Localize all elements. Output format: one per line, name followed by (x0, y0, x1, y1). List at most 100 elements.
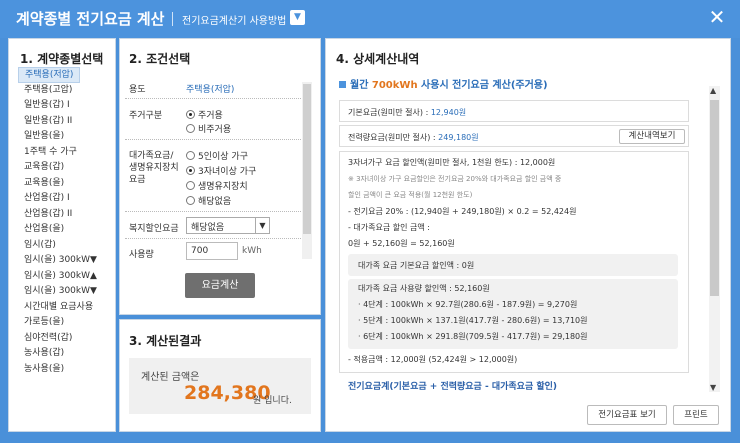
calc-line-2: - 대가족요금 할인 금액 : (348, 223, 430, 232)
radio-icon[interactable] (186, 196, 195, 205)
divider (125, 238, 307, 239)
contract-type-list: 주택용(저압) 주택용(고압) 일반용(갑) I 일반용(갑) II 일반용(을) 1주택… (18, 67, 110, 377)
summary-usage: 700kWh (371, 80, 418, 91)
contract-type-item[interactable]: 심야전력(갑) (18, 331, 110, 347)
contract-type-item[interactable]: 임시(을) 300kW▲ (18, 269, 110, 285)
contract-type-item[interactable]: 일반용(갑) II (18, 114, 110, 130)
usage-value: 주택용(저압) (186, 85, 235, 95)
divider (125, 211, 307, 212)
contract-type-item[interactable]: 농사용(갑) (18, 346, 110, 362)
contract-type-item[interactable]: 교육용(갑) (18, 160, 110, 176)
energy-fee-value: 249,180원 (438, 133, 479, 142)
contract-type-item[interactable]: 주택용(고압) (18, 83, 110, 99)
calculator-window: 계약종별 전기요금 계산 전기요금계산기 사용방법 ▼ ✕ 1. 계약종별선택 … (0, 0, 740, 443)
contract-type-item[interactable]: 주택용(저압) (18, 67, 80, 83)
amount-input[interactable]: 700 (186, 242, 238, 260)
calc-line-3: 0원 + 52,160원 = 52,160원 (348, 239, 455, 248)
applied-amount: - 적용금액 : 12,000원 (52,424원 > 12,000원) (348, 355, 518, 364)
contract-type-heading: 1. 계약종별선택 (20, 52, 104, 66)
family-option-5[interactable]: 5인이상 가구 (186, 149, 248, 162)
radio-icon[interactable] (186, 110, 195, 119)
family-option-label: 생명유지장치 (198, 182, 248, 192)
chevron-down-icon[interactable]: ▼ (290, 10, 305, 25)
radio-icon[interactable] (186, 181, 195, 190)
usage-discount-box: 대가족 요금 사용량 할인액 : 52,160원 · 4단계 : 100kWh … (348, 279, 678, 349)
contract-type-item[interactable]: 농사용(을) (18, 362, 110, 378)
result-box: 계산된 금액은 284,380 원 입니다. (129, 358, 311, 414)
residence-option-label: 주거용 (198, 111, 223, 121)
family-option-life[interactable]: 생명유지장치 (186, 179, 248, 192)
tier-4: · 4단계 : 100kWh × 92.7원(280.6원 - 187.9원) … (358, 300, 578, 309)
contract-type-item[interactable]: 시간대별 요금사용 (18, 300, 110, 316)
detail-heading: 4. 상세계산내역 (336, 52, 420, 66)
summary-suffix: 사용시 전기요금 계산(주거용) (417, 80, 548, 91)
basic-discount: 대가족 요금 기본요금 할인액 : 0원 (358, 261, 475, 270)
contract-type-item[interactable]: 임시(을) 300kW▼ (18, 284, 110, 300)
discount-note-2: 할인 금액이 큰 요금 적용(월 12천원 한도) (348, 191, 473, 199)
family-option-3child[interactable]: 3자녀이상 가구 (186, 164, 256, 177)
residence-option-nonhome[interactable]: 비주거용 (186, 122, 231, 135)
radio-icon[interactable] (186, 166, 195, 175)
discount-note-1: ※ 3자녀이상 가구 요금할인은 전기요금 20%와 대가족요금 할인 금액 중 (348, 175, 562, 183)
chevron-down-icon[interactable]: ▼ (255, 218, 269, 233)
scroll-thumb[interactable] (303, 84, 311, 234)
energy-fee-label: 전력량요금(원미만 절사) : (348, 133, 439, 142)
contract-type-item[interactable]: 일반용(을) (18, 129, 110, 145)
base-fee-value: 12,940원 (430, 108, 467, 117)
basic-discount-box: 대가족 요금 기본요금 할인액 : 0원 (348, 254, 678, 276)
print-button[interactable]: 프린트 (673, 405, 719, 425)
residence-label: 주거구분 (129, 111, 163, 121)
detail-scrollbar[interactable]: ▲ ▼ (709, 86, 720, 392)
result-suffix: 원 입니다. (253, 396, 292, 406)
tier-6: · 6단계 : 100kWh × 291.8원(709.5원 - 417.7원)… (358, 332, 588, 341)
base-fee: 기본요금(원미만 절사) : 12,940원 (348, 107, 466, 118)
contract-type-item[interactable]: 교육용(을) (18, 176, 110, 192)
usage-label: 용도 (129, 85, 146, 95)
chevron-down-icon[interactable]: ▼ (710, 383, 716, 392)
family-option-label: 해당없음 (198, 197, 232, 207)
family-option-label: 5인이상 가구 (198, 152, 248, 162)
window-title: 계약종별 전기요금 계산 (16, 10, 165, 28)
welfare-select-value: 해당없음 (191, 223, 225, 233)
welfare-select[interactable]: 해당없음 ▼ (186, 217, 270, 234)
energy-fee: 전력량요금(원미만 절사) : 249,180원 (348, 132, 479, 143)
contract-type-item[interactable]: 임시(을) 300kW▼ (18, 253, 110, 269)
divider (125, 98, 307, 99)
base-fee-label: 기본요금(원미만 절사) : (348, 108, 431, 117)
scroll-thumb[interactable] (710, 100, 719, 296)
contract-type-item[interactable]: 산업용(갑) II (18, 207, 110, 223)
chevron-up-icon[interactable]: ▲ (710, 86, 716, 95)
total-heading: 전기요금계(기본요금 + 전력량요금 - 대가족요금 할인) (348, 382, 558, 392)
usage-discount-title: 대가족 요금 사용량 할인액 : 52,160원 (358, 284, 490, 293)
close-icon[interactable]: ✕ (706, 6, 728, 28)
calculate-button[interactable]: 요금계산 (185, 273, 255, 298)
help-link[interactable]: 전기요금계산기 사용방법 (182, 12, 286, 27)
amount-label: 사용량 (129, 250, 154, 260)
rate-table-button[interactable]: 전기요금표 보기 (587, 405, 667, 425)
title-bar: 계약종별 전기요금 계산 전기요금계산기 사용방법 ▼ ✕ (0, 0, 740, 38)
contract-type-item[interactable]: 산업용(갑) I (18, 191, 110, 207)
contract-type-item[interactable]: 가로등(을) (18, 315, 110, 331)
discount-box: 3자녀가구 요금 할인액(원미만 절사, 1천원 한도) : 12,000원 ※… (339, 151, 689, 373)
contract-type-item[interactable]: 산업용(을) (18, 222, 110, 238)
family-option-label: 3자녀이상 가구 (198, 167, 257, 177)
bullet-square-icon (339, 81, 346, 88)
result-heading: 3. 계산된결과 (129, 334, 202, 348)
divider (125, 139, 307, 140)
residence-option-label: 비주거용 (198, 125, 232, 135)
welfare-label: 복지할인요금 (129, 224, 179, 234)
family-label: 대가족요금/ 생명유지장치 요금 (129, 151, 179, 185)
contract-type-item[interactable]: 일반용(갑) I (18, 98, 110, 114)
result-label: 계산된 금액은 (141, 372, 200, 383)
condition-scrollbar[interactable] (302, 82, 312, 259)
family-option-none[interactable]: 해당없음 (186, 194, 231, 207)
base-fee-box: 기본요금(원미만 절사) : 12,940원 (339, 100, 689, 122)
radio-icon[interactable] (186, 124, 195, 133)
residence-option-home[interactable]: 주거용 (186, 108, 223, 121)
contract-type-item[interactable]: 임시(갑) (18, 238, 110, 254)
detail-view-button[interactable]: 계산내역보기 (619, 129, 685, 144)
detail-footer: 전기요금표 보기 프린트 (332, 400, 724, 430)
calc-line-1: - 전기요금 20% : (12,940원 + 249,180원) × 0.2 … (348, 207, 577, 216)
radio-icon[interactable] (186, 151, 195, 160)
contract-type-item[interactable]: 1주택 수 가구 (18, 145, 110, 161)
